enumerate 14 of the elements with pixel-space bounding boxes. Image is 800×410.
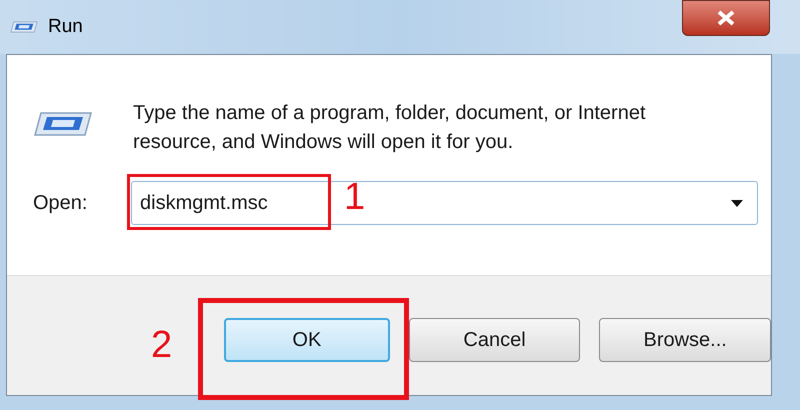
prompt-text: Type the name of a program, folder, document, or Internet resource, and Windows will open it for you. — [133, 101, 647, 155]
dialog-button[interactable]: Cancel — [408, 318, 580, 362]
close-icon — [716, 10, 736, 26]
dialog-button[interactable]: OK — [224, 318, 390, 362]
dialog-button[interactable]: Browse... — [599, 318, 771, 362]
open-input[interactable]: diskmgmt.msc — [140, 188, 320, 218]
close-button[interactable] — [682, 0, 770, 36]
open-combo-box[interactable]: diskmgmt.msc 1 — [131, 181, 758, 225]
run-icon — [33, 111, 93, 137]
run-icon — [10, 20, 38, 34]
open-label: Open: — [33, 191, 88, 216]
window-title: Run — [48, 14, 83, 39]
dropdown-arrow-icon — [731, 200, 743, 206]
step-number: 2 — [151, 324, 172, 366]
